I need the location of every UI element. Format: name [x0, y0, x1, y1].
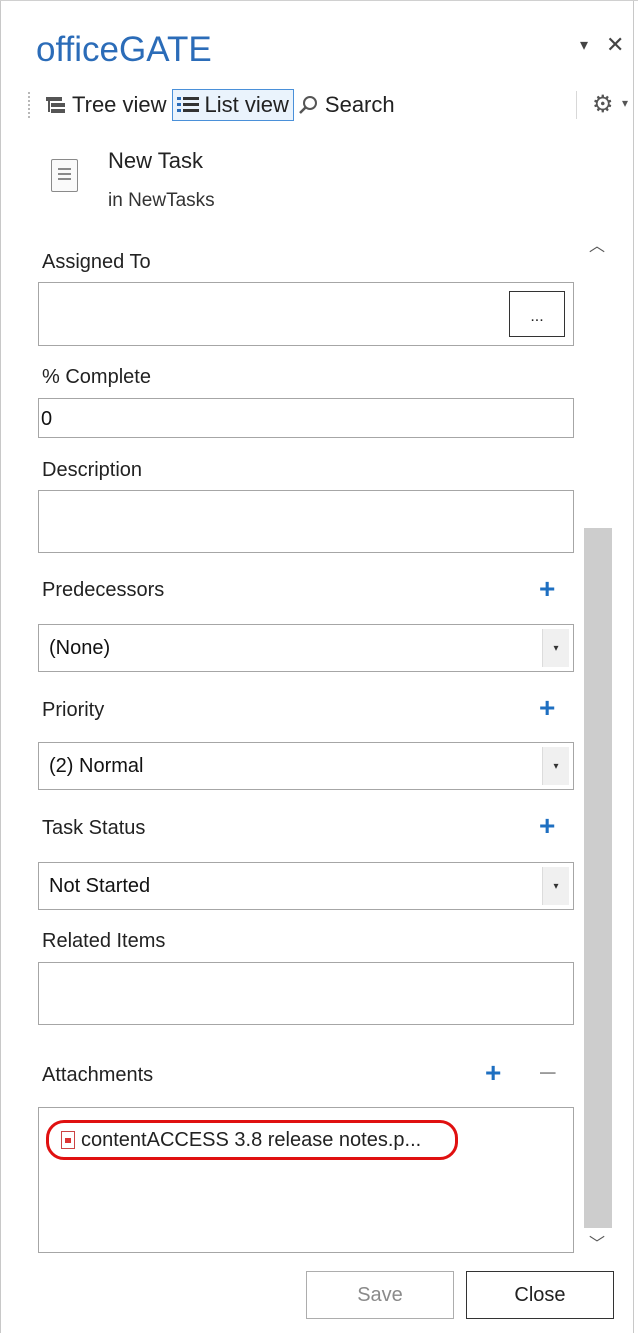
settings-gear-icon[interactable]: ⚙ [592, 90, 614, 119]
close-icon[interactable]: ✕ [606, 34, 624, 56]
percent-complete-label: % Complete [42, 366, 151, 388]
description-label: Description [42, 459, 143, 481]
item-location: in NewTasks [108, 190, 215, 211]
predecessors-label: Predecessors [42, 579, 165, 601]
predecessors-select[interactable]: (None) ▾ [38, 624, 574, 672]
task-status-label: Task Status [42, 817, 146, 839]
priority-label: Priority [42, 699, 105, 721]
tree-view-icon [46, 97, 65, 113]
add-priority-button[interactable]: + [539, 694, 555, 722]
related-items-label: Related Items [42, 930, 166, 952]
scroll-down-icon[interactable]: ﹀ [589, 1230, 605, 1254]
list-view-icon [176, 97, 199, 112]
search-button[interactable]: Search [294, 89, 400, 121]
save-button[interactable]: Save [306, 1271, 454, 1319]
tree-view-button[interactable]: Tree view [41, 89, 172, 121]
add-predecessor-button[interactable]: + [539, 575, 555, 603]
pdf-file-icon [61, 1131, 75, 1149]
attachment-name: contentACCESS 3.8 release notes.p... [81, 1128, 422, 1151]
assigned-to-label: Assigned To [42, 251, 151, 273]
toolbar-separator [576, 91, 577, 119]
percent-complete-value: 0 [41, 408, 53, 430]
attachments-label: Attachments [42, 1064, 154, 1086]
add-task-status-button[interactable]: + [539, 812, 555, 840]
chevron-down-icon[interactable]: ▾ [542, 867, 569, 905]
tree-view-label: Tree view [72, 92, 167, 117]
chevron-down-icon[interactable]: ▾ [542, 747, 569, 785]
document-icon [51, 159, 78, 192]
priority-value: (2) Normal [49, 755, 144, 777]
toolbar-grip[interactable] [28, 92, 33, 118]
task-status-select[interactable]: Not Started ▾ [38, 862, 574, 910]
settings-dropdown-icon[interactable]: ▾ [622, 96, 628, 110]
browse-users-button[interactable]: ... [509, 291, 565, 337]
search-icon [299, 96, 317, 114]
related-items-field[interactable] [38, 962, 574, 1025]
chevron-down-icon[interactable]: ▾ [542, 629, 569, 667]
remove-attachment-button[interactable]: – [540, 1057, 556, 1085]
scroll-up-icon[interactable]: ︿ [589, 232, 605, 256]
attachment-item[interactable]: contentACCESS 3.8 release notes.p... [46, 1120, 458, 1160]
list-view-button[interactable]: List view [171, 89, 294, 121]
task-status-value: Not Started [49, 875, 151, 897]
pin-dropdown-icon[interactable]: ▾ [580, 38, 588, 54]
search-label: Search [324, 92, 395, 117]
top-border [0, 0, 638, 1]
close-button[interactable]: Close [466, 1271, 614, 1319]
list-view-label: List view [204, 92, 289, 117]
percent-complete-input[interactable]: 0 [38, 398, 574, 438]
assigned-to-field[interactable]: ... [38, 282, 574, 346]
description-input[interactable] [38, 490, 574, 553]
scrollbar-thumb[interactable] [584, 528, 612, 1228]
item-title: New Task [108, 148, 203, 173]
add-attachment-button[interactable]: + [485, 1059, 501, 1087]
predecessors-value: (None) [49, 637, 111, 659]
toolbar: Tree view List view Search [28, 88, 400, 122]
app-title: officeGATE [36, 30, 212, 69]
priority-select[interactable]: (2) Normal ▾ [38, 742, 574, 790]
